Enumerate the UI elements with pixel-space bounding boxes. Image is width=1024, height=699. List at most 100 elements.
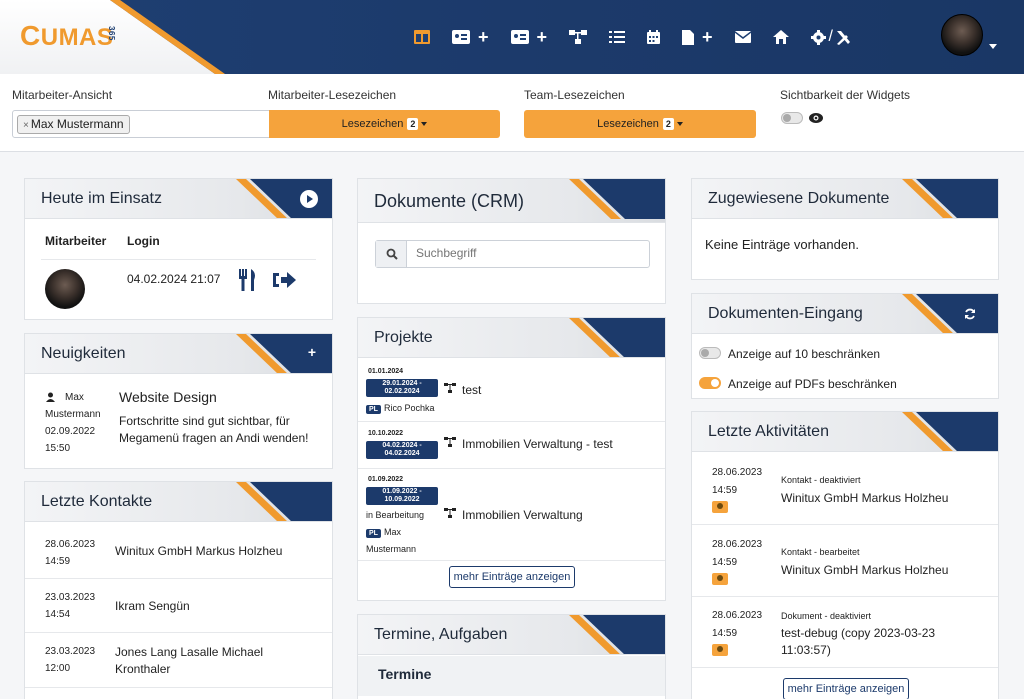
- recent-activities-card: Letzte Aktivitäten 28.06.2023 14:59 Kont…: [691, 411, 999, 699]
- employee-select[interactable]: × Max Mustermann: [12, 110, 270, 138]
- project-lead-name: Rico Pochka: [383, 403, 435, 413]
- pdf-only-label: Anzeige auf PDFs beschränken: [728, 377, 897, 391]
- divider: [25, 632, 332, 633]
- contact-date: 23.03.2023: [45, 592, 96, 603]
- contact-date: 28.06.2023: [45, 539, 96, 550]
- add-contact-button[interactable]: +: [452, 26, 489, 48]
- user-icon: [46, 392, 55, 402]
- add-news-icon[interactable]: +: [308, 344, 316, 360]
- add-card-button[interactable]: +: [510, 26, 548, 48]
- contact-date: 23.03.2023: [45, 646, 96, 657]
- home-icon: [772, 30, 789, 44]
- dashboard-icon: [414, 30, 430, 44]
- search-addon: [376, 241, 407, 267]
- user-menu-chevron-icon[interactable]: [989, 44, 997, 49]
- card-header: Zugewiesene Dokumente: [692, 179, 998, 219]
- limit-10-toggle[interactable]: [699, 347, 721, 359]
- news-text-line1: Fortschritte sind gut sichtbar, für: [119, 414, 290, 428]
- add-document-button[interactable]: +: [682, 26, 713, 48]
- tasks-button[interactable]: [609, 26, 626, 48]
- project-tree-icon: [444, 437, 456, 447]
- pdf-only-toggle[interactable]: [699, 377, 721, 389]
- appointments-tasks-card: Termine, Aufgaben Termine: [357, 614, 666, 699]
- tools-icon: [837, 30, 850, 45]
- card-header: Termine, Aufgaben: [358, 615, 665, 655]
- calendar-button[interactable]: [647, 26, 661, 48]
- refresh-icon[interactable]: [964, 308, 976, 320]
- news-date: 02.09.2022: [45, 426, 96, 437]
- widget-visibility-label: Sichtbarkeit der Widgets: [780, 88, 911, 102]
- project-name: Immobilien Verwaltung: [462, 508, 583, 522]
- team-bookmarks-button[interactable]: Lesezeichen 2: [524, 110, 756, 138]
- activity-name: Winitux GmbH Markus Holzheu: [781, 491, 949, 505]
- range-end: 02.02.2024: [384, 388, 420, 395]
- divider: [41, 259, 316, 260]
- project-tree-icon: [444, 383, 456, 393]
- card-title: Letzte Kontakte: [41, 493, 153, 510]
- card-title: Neuigkeiten: [41, 345, 126, 362]
- card-title: Letzte Aktivitäten: [708, 423, 829, 440]
- project-tree-icon: [444, 508, 456, 518]
- bookmarks-count-badge: 2: [407, 118, 419, 130]
- more-projects-button[interactable]: mehr Einträge anzeigen: [449, 566, 575, 588]
- dashboard-button[interactable]: [414, 26, 430, 48]
- employee-bookmarks-label: Mitarbeiter-Lesezeichen: [268, 88, 397, 102]
- contact-person-icon: [712, 501, 728, 513]
- tag-remove-icon[interactable]: ×: [23, 120, 29, 131]
- widget-visibility-toggle[interactable]: [781, 112, 803, 124]
- column-employee: Mitarbeiter: [45, 234, 107, 248]
- employee-view-label: Mitarbeiter-Ansicht: [12, 88, 113, 102]
- mail-button[interactable]: [734, 26, 751, 48]
- card-header: Dokumente (CRM): [358, 179, 665, 223]
- contact-name: Winitux GmbH Markus Holzheu: [115, 544, 283, 558]
- card-header: Dokumenten-Eingang: [692, 294, 998, 334]
- card-header: Heute im Einsatz: [25, 179, 332, 219]
- range-end: 10.09.2022: [384, 496, 420, 503]
- news-text-line2: Megamenü fragen an Andi wenden!: [119, 431, 309, 445]
- mail-icon: [734, 31, 751, 43]
- employee-bookmarks-button[interactable]: Lesezeichen 2: [269, 110, 500, 138]
- activity-date: 28.06.2023: [712, 610, 763, 621]
- activity-kind: Dokument - deaktiviert: [781, 611, 872, 621]
- limit-10-label: Anzeige auf 10 beschränken: [728, 347, 881, 361]
- divider: [358, 468, 665, 469]
- add-icon: +: [478, 27, 489, 47]
- news-headline[interactable]: Website Design: [119, 389, 217, 405]
- news-time: 15:50: [45, 443, 71, 454]
- project-lead: PL Max: [366, 527, 401, 538]
- more-activities-button[interactable]: mehr Einträge anzeigen: [783, 678, 909, 699]
- news-author-first: Max: [65, 392, 84, 403]
- project-date-range: 01.09.2022 -10.09.2022: [366, 487, 438, 505]
- logout-icon[interactable]: [273, 271, 297, 289]
- calendar-icon: [647, 30, 661, 44]
- user-avatar[interactable]: [941, 14, 983, 56]
- contact-name: Jones Lang Lasalle Michael: [115, 645, 264, 659]
- settings-tools-button[interactable]: /: [810, 26, 851, 48]
- home-button[interactable]: [772, 26, 789, 48]
- activity-date: 28.06.2023: [712, 539, 763, 550]
- utensils-icon[interactable]: [238, 269, 258, 291]
- play-icon[interactable]: [300, 190, 318, 208]
- settings-icon: [810, 29, 826, 45]
- chevron-down-icon: [421, 122, 428, 126]
- appointments-subheader: Termine: [358, 656, 665, 696]
- card-header: Neuigkeiten +: [25, 334, 332, 374]
- document-person-icon: [712, 644, 728, 656]
- team-bookmarks-label: Team-Lesezeichen: [524, 88, 625, 102]
- divider: [25, 687, 332, 688]
- employee-tag: × Max Mustermann: [17, 115, 130, 134]
- search-input[interactable]: [416, 246, 636, 260]
- project-date: 01.09.2022: [368, 476, 404, 483]
- org-chart-button[interactable]: [569, 26, 588, 48]
- document-icon: [682, 29, 695, 45]
- add-icon: +: [536, 27, 548, 47]
- document-inbox-card: Dokumenten-Eingang Anzeige auf 10 beschr…: [691, 293, 999, 399]
- project-date-range: 04.02.2024 -04.02.2024: [366, 441, 438, 459]
- logo-c: C: [20, 20, 41, 51]
- cumas-logo[interactable]: CUMAS 365: [20, 20, 116, 52]
- recent-contacts-card: Letzte Kontakte 28.06.2023 14:59 Winitux…: [24, 481, 333, 699]
- employee-avatar: [45, 269, 85, 309]
- project-lead: PL Rico Pochka: [366, 403, 434, 414]
- chevron-down-icon: [676, 122, 683, 126]
- activity-name: Winitux GmbH Markus Holzheu: [781, 563, 949, 577]
